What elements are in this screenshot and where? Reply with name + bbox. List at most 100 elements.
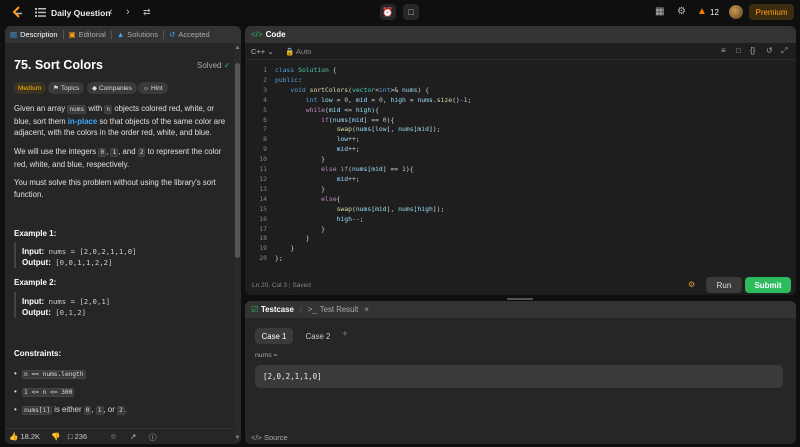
saved-status: Saved bbox=[292, 282, 311, 289]
user-avatar[interactable] bbox=[729, 5, 743, 19]
format-code-icon[interactable]: ≡ bbox=[721, 46, 726, 55]
bookmark-icon[interactable]: □ bbox=[736, 46, 741, 55]
code-editor[interactable]: class Solution { public: void sortColors… bbox=[275, 66, 471, 264]
testcase-tabs: ☑ Testcase | >_ Test Result × bbox=[245, 301, 796, 318]
code-brackets-icon: </> bbox=[251, 433, 262, 442]
like-button[interactable]: 👍 18.2K bbox=[9, 432, 40, 441]
share-icon[interactable]: ↗ bbox=[130, 432, 136, 441]
companies-chip[interactable]: ◆ Companies bbox=[87, 82, 137, 94]
description-panel: ▤ Description ▣ Editorial ▲ Solutions ↺ … bbox=[5, 26, 241, 444]
star-icon[interactable]: ☆ bbox=[110, 432, 117, 441]
debug-icon[interactable]: ⚙ bbox=[688, 280, 695, 289]
language-select[interactable]: C++ ⌄ bbox=[251, 47, 274, 56]
description-scrollbar[interactable]: ▲ ▼ bbox=[234, 43, 241, 444]
inline-code: 2 bbox=[116, 406, 125, 415]
tab-label: Solutions bbox=[127, 30, 159, 39]
tab-description[interactable]: ▤ Description bbox=[5, 26, 63, 43]
hint-chip[interactable]: ☼ Hint bbox=[138, 82, 168, 94]
problem-list-icon[interactable] bbox=[35, 7, 46, 17]
testcase-input[interactable]: [2,0,2,1,1,0] bbox=[255, 365, 783, 388]
premium-button[interactable]: Premium bbox=[749, 4, 794, 20]
desc-text: You must solve this problem without usin… bbox=[14, 178, 216, 187]
source-link[interactable]: </> Source bbox=[251, 433, 288, 442]
case-1-tab[interactable]: Case 1 bbox=[255, 328, 293, 344]
bullet: • bbox=[14, 369, 17, 378]
case-2-tab[interactable]: Case 2 bbox=[299, 328, 337, 344]
auto-mode-toggle[interactable]: 🔒 Auto bbox=[285, 47, 311, 56]
streak-count[interactable]: 12 bbox=[710, 8, 719, 17]
tab-accepted[interactable]: ↺ Accepted bbox=[164, 26, 215, 43]
tab-testcase[interactable]: Testcase bbox=[261, 305, 294, 314]
output-label: Output: bbox=[22, 308, 51, 317]
daily-question-title[interactable]: Daily Question bbox=[51, 8, 111, 18]
next-question-icon[interactable]: › bbox=[126, 6, 130, 18]
tab-editorial[interactable]: ▣ Editorial bbox=[64, 26, 111, 43]
scroll-up-icon[interactable]: ▲ bbox=[234, 45, 241, 51]
lock-icon: ◆ bbox=[92, 85, 97, 92]
checkbox-icon: ☑ bbox=[251, 305, 258, 314]
desc-text: so that objects of the same color are bbox=[97, 116, 226, 126]
resize-grip[interactable] bbox=[507, 298, 533, 300]
bullet: • bbox=[14, 387, 17, 396]
reset-icon[interactable]: ↺ bbox=[766, 46, 773, 55]
desc-text: , or bbox=[103, 405, 117, 414]
help-icon[interactable]: ⓘ bbox=[149, 432, 157, 443]
desc-text: blue, sort them bbox=[14, 116, 68, 126]
source-label: Source bbox=[263, 433, 288, 442]
submit-button[interactable]: Submit bbox=[745, 277, 791, 293]
scroll-thumb[interactable] bbox=[235, 63, 240, 258]
scroll-down-icon[interactable]: ▼ bbox=[234, 435, 241, 441]
mode-label: Auto bbox=[296, 47, 312, 56]
layout-grid-icon[interactable]: ▦ bbox=[655, 6, 664, 17]
code-brackets-icon: </> bbox=[251, 30, 263, 39]
tab-test-result[interactable]: Test Result bbox=[320, 305, 359, 314]
line-numbers: 1 2 3 4 5 6 7 8 9 10 11 12 13 14 15 16 17 18 19 20 bbox=[259, 66, 267, 263]
difficulty-badge[interactable]: Medium bbox=[13, 82, 47, 94]
input-label: Input: bbox=[22, 247, 45, 256]
solved-label: Solved bbox=[197, 61, 222, 70]
output-label: Output: bbox=[22, 258, 51, 267]
topics-chip[interactable]: ⚑ Topics bbox=[48, 82, 85, 94]
dislike-icon[interactable]: 👎 bbox=[51, 432, 60, 441]
history-icon: ↺ bbox=[169, 30, 176, 39]
streak-fire-icon[interactable]: ▲ bbox=[697, 6, 707, 17]
leetcode-logo-icon[interactable] bbox=[10, 5, 24, 20]
fullscreen-icon[interactable]: ⤢ bbox=[781, 46, 787, 56]
timer-icon[interactable]: ⏰ bbox=[380, 4, 396, 20]
description-footer: 👍 18.2K 👎 | □ 236 ☆ ↗ ⓘ bbox=[5, 428, 234, 444]
tag-icon: ⚑ bbox=[53, 85, 59, 92]
add-case-icon[interactable]: + bbox=[342, 329, 348, 340]
in-place-link[interactable]: in-place bbox=[68, 117, 97, 126]
topics-label: Topics bbox=[60, 84, 80, 92]
hint-label: Hint bbox=[150, 84, 163, 92]
notes-icon[interactable]: □ bbox=[403, 4, 419, 20]
example-2-input: Input: nums = [2,0,1] bbox=[22, 297, 110, 306]
desc-text: . bbox=[124, 405, 127, 414]
panel-tabs: ▤ Description ▣ Editorial ▲ Solutions ↺ … bbox=[5, 26, 241, 43]
desc-text: is either bbox=[52, 405, 84, 414]
problem-title[interactable]: 75. Sort Colors bbox=[14, 58, 103, 72]
top-nav: Daily Question ‹ › ⇄ ⏰ □ ▦ ⚙ ▲ 12 Premiu… bbox=[0, 0, 800, 25]
desc-text: Given an array bbox=[14, 104, 68, 113]
example-2-heading: Example 2: bbox=[14, 278, 57, 287]
braces-icon[interactable]: {} bbox=[750, 46, 755, 55]
input-label: Input: bbox=[22, 297, 45, 306]
settings-gear-icon[interactable]: ⚙ bbox=[677, 6, 686, 17]
companies-label: Companies bbox=[99, 84, 132, 92]
constraint-2: 1 <= n <= 300 bbox=[22, 387, 75, 397]
desc-text: , and bbox=[118, 147, 138, 156]
check-circle-icon: ✓ bbox=[223, 61, 231, 70]
comments-button[interactable]: □ 236 bbox=[68, 432, 87, 441]
terminal-icon: >_ bbox=[307, 305, 317, 314]
input-value: nums = [2,0,2,1,1,0] bbox=[48, 247, 137, 256]
tab-divider: | bbox=[299, 305, 302, 314]
tab-solutions[interactable]: ▲ Solutions bbox=[112, 26, 163, 43]
prev-question-icon[interactable]: ‹ bbox=[109, 6, 113, 18]
run-button[interactable]: Run bbox=[706, 277, 742, 293]
panel-resize-handle[interactable] bbox=[245, 297, 796, 300]
close-icon[interactable]: × bbox=[364, 305, 369, 314]
code-panel-title: Code bbox=[265, 30, 286, 39]
example-2-output: Output: [0,1,2] bbox=[22, 308, 86, 317]
editor-toolbar: C++ ⌄ 🔒 Auto ≡ □ {} ↺ ⤢ bbox=[245, 43, 796, 60]
shuffle-icon[interactable]: ⇄ bbox=[143, 7, 151, 18]
